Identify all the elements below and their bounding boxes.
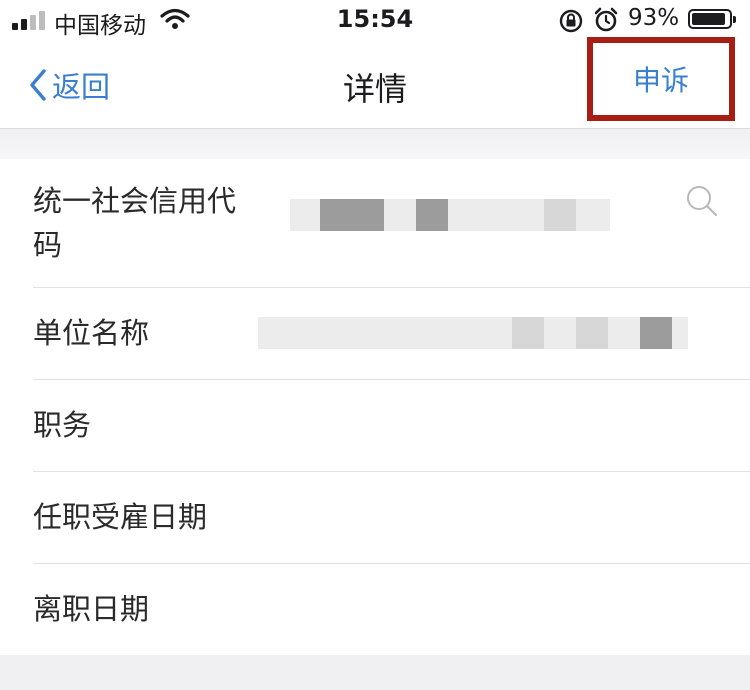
orientation-lock-icon [559, 9, 583, 33]
status-bar: 中国移动 15:54 93% [0, 0, 750, 40]
battery-level-fill [692, 13, 726, 25]
search-icon[interactable] [684, 183, 720, 219]
appeal-button[interactable]: 申诉 [587, 37, 735, 121]
battery-percent: 93% [628, 5, 680, 31]
bottom-spacer [0, 657, 750, 690]
list-item-company-name: 单位名称 [0, 287, 750, 379]
row-label: 离职日期 [33, 592, 150, 626]
alarm-icon [594, 7, 618, 32]
detail-list: 统一社会信用代码 单位名称 职务 任职受雇日期 离职日期 [0, 159, 750, 655]
battery-icon [688, 9, 736, 29]
section-gap [0, 129, 750, 159]
row-label: 职务 [33, 408, 92, 442]
row-label: 单位名称 [33, 316, 150, 350]
list-item-resignation-date: 离职日期 [0, 563, 750, 655]
appeal-label: 申诉 [632, 64, 689, 97]
row-label: 任职受雇日期 [33, 500, 208, 534]
row-label: 统一社会信用代码 [33, 184, 237, 262]
list-item-credit-code: 统一社会信用代码 [0, 159, 750, 287]
navigation-bar: 返回 详情 申诉 [0, 37, 750, 129]
list-item-employment-date: 任职受雇日期 [0, 471, 750, 563]
list-item-position: 职务 [0, 379, 750, 471]
